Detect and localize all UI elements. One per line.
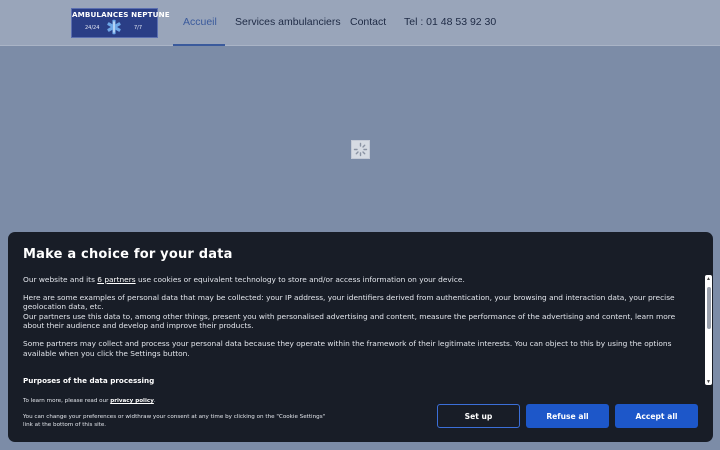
cookie-consent-panel: Make a choice for your data Our website … — [8, 232, 713, 442]
purposes-heading: Purposes of the data processing — [23, 376, 155, 385]
scroll-up-icon[interactable]: ▲ — [706, 276, 711, 282]
nav-active-underline — [173, 44, 225, 46]
logo-hours-text: 24/24 — [85, 25, 100, 31]
refuse-all-button[interactable]: Refuse all — [526, 404, 609, 428]
cookie-text: use cookies or equivalent technology to … — [135, 275, 465, 284]
cookie-text: Our website and its — [23, 275, 98, 284]
scrollbar-thumb[interactable] — [706, 287, 711, 329]
cookie-paragraph: Our partners use this data to, among oth… — [23, 311, 676, 331]
nav-item-contact[interactable]: Contact — [350, 16, 386, 28]
learn-more-suffix: . — [153, 398, 156, 404]
logo-days-text: 7/7 — [133, 25, 142, 31]
change-preferences-text: You can change your preferences or width… — [23, 414, 326, 428]
scroll-down-icon[interactable]: ▼ — [706, 379, 711, 385]
site-logo[interactable]: AMBULANCES NEPTUNE 24/24 7/7 — [71, 8, 170, 38]
logo-title: AMBULANCES NEPTUNE — [72, 10, 170, 19]
cookie-body[interactable]: Our website and its 6 partners use cooki… — [23, 275, 696, 385]
privacy-policy-link[interactable]: privacy policy — [110, 398, 154, 404]
partners-link[interactable]: 6 partners — [97, 275, 135, 284]
cookie-scrollbar[interactable]: ▲ ▼ — [705, 275, 712, 385]
cookie-paragraph: Some partners may collect and process yo… — [23, 338, 672, 358]
accept-all-button[interactable]: Accept all — [615, 404, 698, 428]
nav-item-services[interactable]: Services ambulanciers — [235, 16, 341, 28]
learn-more-prefix: To learn more, please read our — [23, 398, 111, 404]
cookie-title: Make a choice for your data — [23, 247, 233, 262]
cookie-paragraph: Here are some examples of personal data … — [23, 292, 675, 312]
loading-spinner-icon — [351, 140, 370, 159]
learn-more-text: To learn more, please read our privacy p… — [23, 398, 156, 404]
setup-button[interactable]: Set up — [437, 404, 520, 428]
site-header: AMBULANCES NEPTUNE 24/24 7/7 Accueil Ser… — [0, 0, 720, 46]
star-of-life-icon — [107, 19, 121, 35]
nav-item-accueil[interactable]: Accueil — [183, 16, 217, 28]
cookie-paragraph: Our website and its 6 partners use cooki… — [23, 275, 696, 285]
nav-item-phone[interactable]: Tel : 01 48 53 92 30 — [404, 16, 496, 28]
